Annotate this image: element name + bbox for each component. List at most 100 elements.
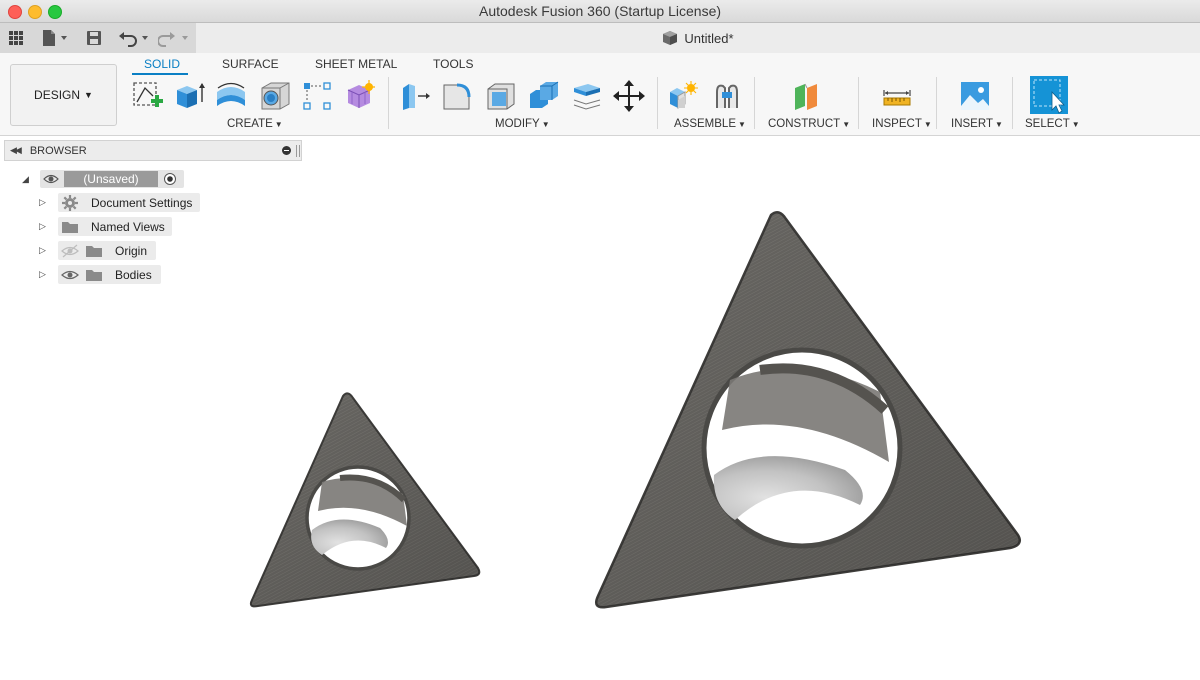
insert-menu[interactable]: INSERT ▼: [951, 118, 1003, 130]
revolve-button[interactable]: [214, 79, 248, 113]
chevron-down-icon: ▼: [842, 120, 851, 129]
workspace-label: DESIGN: [34, 88, 81, 102]
collapsed-triangle-icon[interactable]: ▷: [39, 197, 46, 208]
eye-hidden-icon[interactable]: [61, 244, 79, 258]
save-icon: [87, 31, 101, 45]
extrude-button[interactable]: [172, 79, 206, 113]
tab-sheet-metal[interactable]: SHEET METAL: [315, 57, 397, 71]
create-form-icon: [347, 80, 375, 108]
press-pull-button[interactable]: [398, 79, 432, 113]
browser-item-label: Document Settings: [91, 195, 193, 210]
pattern-button[interactable]: [300, 79, 334, 113]
modify-menu[interactable]: MODIFY ▼: [495, 118, 550, 130]
eye-icon[interactable]: [43, 172, 59, 186]
model-render: [249, 211, 1021, 609]
image-icon: [961, 82, 989, 110]
ribbon-separator: [657, 77, 658, 129]
workspace-switcher[interactable]: DESIGN ▼: [10, 64, 117, 126]
new-component-button[interactable]: [666, 79, 700, 113]
create-form-button[interactable]: [342, 79, 376, 113]
expanded-triangle-icon[interactable]: ◢: [22, 174, 29, 185]
move-arrows-icon: [613, 80, 645, 112]
combine-button[interactable]: [527, 79, 561, 113]
redo-icon: [158, 32, 188, 47]
inspect-menu[interactable]: INSPECT ▼: [872, 118, 932, 130]
collapsed-triangle-icon[interactable]: ▷: [39, 221, 46, 232]
eye-icon[interactable]: [61, 268, 79, 282]
minimize-panel-icon[interactable]: [282, 146, 291, 155]
browser-item-label: Bodies: [115, 267, 152, 282]
revolve-icon: [217, 82, 245, 106]
panel-pin-handle[interactable]: [296, 145, 300, 157]
chevron-down-icon: ▼: [541, 120, 550, 129]
undo-button[interactable]: [118, 28, 152, 48]
fillet-button[interactable]: [440, 79, 474, 113]
offset-plane-button[interactable]: [790, 79, 824, 113]
viewport-canvas[interactable]: [0, 136, 1200, 675]
select-button[interactable]: [1030, 76, 1068, 114]
offset-face-button[interactable]: [570, 79, 604, 113]
tab-solid[interactable]: SOLID: [144, 57, 180, 71]
shell-button[interactable]: [484, 79, 518, 113]
tab-tools[interactable]: TOOLS: [433, 57, 473, 71]
browser-item-document-settings[interactable]: Document Settings: [58, 193, 200, 212]
joint-button[interactable]: [710, 79, 744, 113]
folder-icon: [62, 221, 78, 233]
document-title: Untitled*: [684, 30, 734, 46]
redo-button[interactable]: [158, 28, 192, 48]
collapsed-triangle-icon[interactable]: ▷: [39, 245, 46, 256]
toolbar-ribbon: DESIGN ▼ SOLID SURFACE SHEET METAL TOOLS: [0, 53, 1200, 136]
chevron-down-icon: ▼: [994, 120, 1003, 129]
chevron-down-icon: ▼: [923, 120, 932, 129]
ribbon-separator: [754, 77, 755, 129]
select-cursor-icon: [1030, 76, 1068, 114]
active-tab-underline: [132, 73, 188, 75]
select-menu-label: SELECT: [1025, 118, 1070, 130]
hole-icon: [261, 82, 290, 110]
activate-radio-icon[interactable]: [163, 172, 177, 186]
inspect-menu-label: INSPECT: [872, 118, 922, 130]
browser-item-named-views[interactable]: Named Views: [58, 217, 172, 236]
shell-icon: [487, 83, 515, 110]
file-menu-button[interactable]: [40, 28, 70, 48]
file-icon: [43, 30, 67, 46]
gear-icon: [62, 194, 78, 211]
document-tab[interactable]: Untitled*: [196, 23, 1200, 53]
browser-panel-header[interactable]: ◀◀ BROWSER: [4, 140, 302, 161]
fillet-icon: [443, 83, 471, 110]
collapsed-triangle-icon[interactable]: ▷: [39, 269, 46, 280]
ribbon-separator: [936, 77, 937, 129]
assemble-menu-label: ASSEMBLE: [674, 118, 736, 130]
offset-face-icon: [573, 84, 601, 110]
ribbon-separator: [1012, 77, 1013, 129]
create-sketch-button[interactable]: [130, 79, 164, 113]
create-menu[interactable]: CREATE ▼: [227, 118, 283, 130]
browser-item-origin[interactable]: Origin: [58, 241, 156, 260]
collapse-panel-icon[interactable]: ◀◀: [10, 145, 22, 156]
browser-title: BROWSER: [29, 144, 87, 157]
browser-item-bodies[interactable]: Bodies: [58, 265, 161, 284]
save-button[interactable]: [86, 28, 102, 48]
hole-button[interactable]: [258, 79, 292, 113]
data-panel-grid-button[interactable]: [8, 28, 24, 48]
select-menu[interactable]: SELECT ▼: [1025, 118, 1080, 130]
tab-surface[interactable]: SURFACE: [222, 57, 279, 71]
create-menu-label: CREATE: [227, 118, 273, 130]
folder-icon: [86, 269, 102, 281]
undo-icon: [119, 32, 148, 47]
chevron-down-icon: ▼: [1071, 120, 1080, 129]
quick-access-row: Untitled*: [0, 23, 1200, 53]
assemble-menu[interactable]: ASSEMBLE ▼: [674, 118, 746, 130]
move-copy-button[interactable]: [612, 79, 646, 113]
combine-icon: [530, 81, 559, 108]
large-triangle-body[interactable]: [595, 211, 1021, 609]
small-triangle-body[interactable]: [249, 392, 481, 608]
measure-button[interactable]: [880, 79, 914, 113]
chevron-down-icon: ▼: [84, 90, 93, 100]
construction-plane-icon: [795, 83, 817, 110]
folder-icon: [86, 245, 102, 257]
insert-image-button[interactable]: [958, 79, 992, 113]
chevron-down-icon: ▼: [274, 120, 283, 129]
title-bar: Autodesk Fusion 360 (Startup License): [0, 0, 1200, 23]
construct-menu[interactable]: CONSTRUCT ▼: [768, 118, 850, 130]
